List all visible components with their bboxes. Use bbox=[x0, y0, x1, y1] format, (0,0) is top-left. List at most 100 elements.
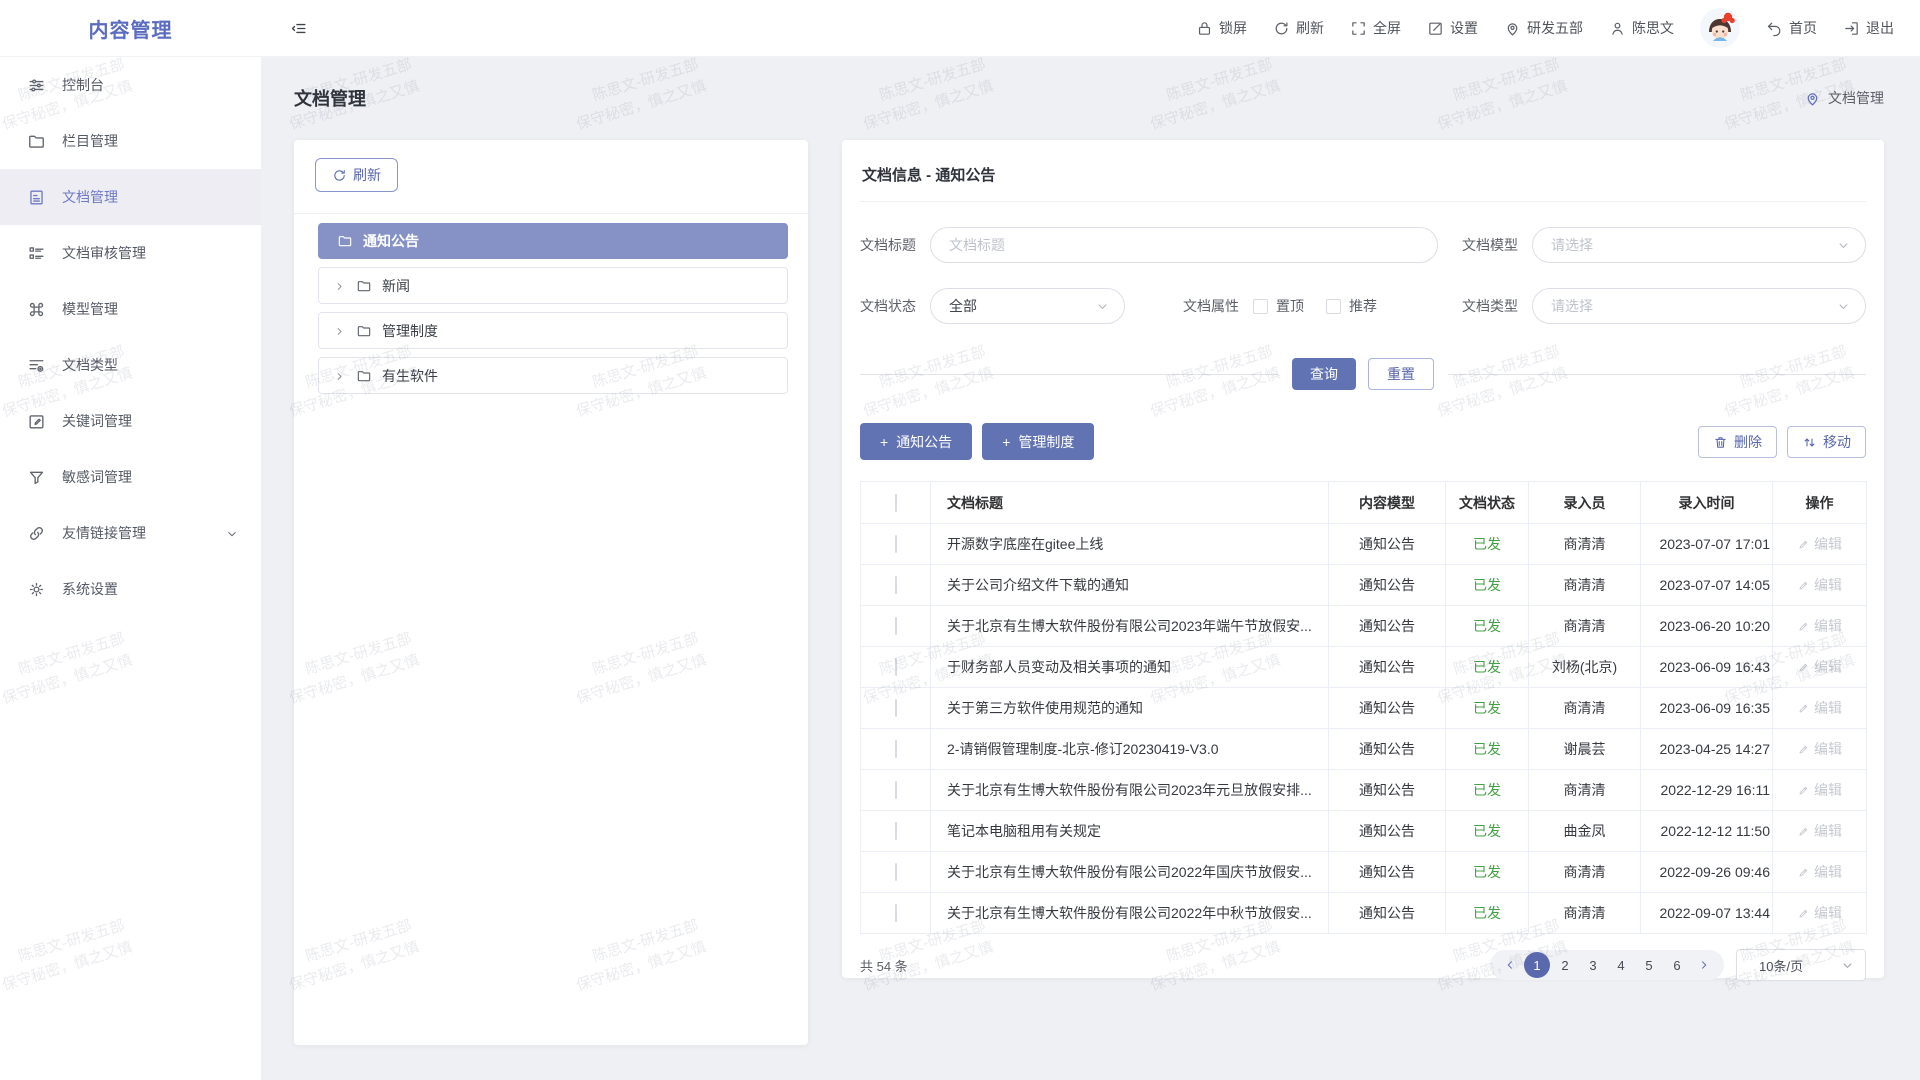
tree-node-新闻[interactable]: 新闻 bbox=[318, 267, 788, 304]
page-button-1[interactable]: 1 bbox=[1524, 952, 1550, 978]
edit-link[interactable]: 编辑 bbox=[1797, 534, 1842, 554]
row-checkbox[interactable] bbox=[895, 904, 897, 922]
header-action-location[interactable]: 研发五部 bbox=[1504, 18, 1583, 38]
attr-top-checkbox[interactable]: 置顶 bbox=[1253, 296, 1304, 316]
edit-link[interactable]: 编辑 bbox=[1797, 616, 1842, 636]
edit-link[interactable]: 编辑 bbox=[1797, 903, 1842, 923]
doc-type-select[interactable]: 请选择 bbox=[1532, 288, 1866, 324]
row-checkbox[interactable] bbox=[895, 617, 897, 635]
edit-link[interactable]: 编辑 bbox=[1797, 780, 1842, 800]
sidebar-item-控制台[interactable]: 控制台 bbox=[0, 57, 261, 113]
user-avatar[interactable] bbox=[1700, 8, 1740, 48]
tree-node-有生软件[interactable]: 有生软件 bbox=[318, 357, 788, 394]
chevron-right-icon-wrap[interactable] bbox=[333, 323, 346, 339]
page-button-5[interactable]: 5 bbox=[1636, 952, 1662, 978]
add-rule-button[interactable]: + 管理制度 bbox=[982, 423, 1094, 460]
row-checkbox[interactable] bbox=[895, 781, 897, 799]
edit-link[interactable]: 编辑 bbox=[1797, 657, 1842, 677]
edit-label: 编辑 bbox=[1814, 862, 1842, 882]
header-action-user[interactable]: 陈思文 bbox=[1609, 18, 1674, 38]
sidebar-collapse-button[interactable] bbox=[289, 19, 308, 38]
edit-link[interactable]: 编辑 bbox=[1797, 698, 1842, 718]
sidebar-item-系统设置[interactable]: 系统设置 bbox=[0, 561, 261, 617]
row-checkbox[interactable] bbox=[895, 863, 897, 881]
row-checkbox[interactable] bbox=[895, 576, 897, 594]
category-tree: 通知公告新闻管理制度有生软件 bbox=[318, 223, 788, 394]
tree-refresh-button[interactable]: 刷新 bbox=[315, 158, 398, 192]
tree-node-管理制度[interactable]: 管理制度 bbox=[318, 312, 788, 349]
doc-status-cell: 已发 bbox=[1446, 606, 1529, 647]
row-checkbox[interactable] bbox=[895, 658, 897, 676]
sidebar-item-label: 栏目管理 bbox=[62, 131, 118, 151]
move-button[interactable]: 移动 bbox=[1787, 426, 1866, 458]
attr-recommend-checkbox[interactable]: 推荐 bbox=[1326, 296, 1377, 316]
page-button-3[interactable]: 3 bbox=[1580, 952, 1606, 978]
doc-operator-cell: 商清清 bbox=[1529, 770, 1641, 811]
tree-node-label: 通知公告 bbox=[363, 231, 419, 251]
table-row: 笔记本电脑租用有关规定通知公告已发曲金凤2022-12-12 11:50编辑 bbox=[861, 811, 1867, 852]
prev-page-button[interactable] bbox=[1498, 952, 1522, 978]
edit-link[interactable]: 编辑 bbox=[1797, 862, 1842, 882]
sidebar-item-友情链接管理[interactable]: 友情链接管理 bbox=[0, 505, 261, 561]
sidebar-item-文档审核管理[interactable]: 文档审核管理 bbox=[0, 225, 261, 281]
doc-model-select[interactable]: 请选择 bbox=[1532, 227, 1866, 263]
next-page-button[interactable] bbox=[1692, 952, 1716, 978]
header-action-logout[interactable]: 退出 bbox=[1843, 18, 1894, 38]
header-action-undo[interactable]: 首页 bbox=[1766, 18, 1817, 38]
plus-icon: + bbox=[880, 434, 888, 450]
add-notice-button[interactable]: + 通知公告 bbox=[860, 423, 972, 460]
sidebar-item-关键词管理[interactable]: 关键词管理 bbox=[0, 393, 261, 449]
sidebar-item-文档管理[interactable]: 文档管理 bbox=[0, 169, 261, 225]
header-action-lock[interactable]: 锁屏 bbox=[1196, 18, 1247, 38]
row-checkbox[interactable] bbox=[895, 535, 897, 553]
doc-status-cell: 已发 bbox=[1446, 524, 1529, 565]
doc-status-cell: 已发 bbox=[1446, 811, 1529, 852]
chevron-right-icon-wrap[interactable] bbox=[333, 278, 346, 294]
edit-link[interactable]: 编辑 bbox=[1797, 739, 1842, 759]
tree-node-selected[interactable]: 通知公告 bbox=[318, 223, 788, 259]
edit-link[interactable]: 编辑 bbox=[1797, 821, 1842, 841]
filter-row-1: 文档标题 文档模型 请选择 bbox=[860, 227, 1866, 263]
page-button-4[interactable]: 4 bbox=[1608, 952, 1634, 978]
table-row: 关于北京有生博大软件股份有限公司2023年端午节放假安...通知公告已发商清清2… bbox=[861, 606, 1867, 647]
page-button-6[interactable]: 6 bbox=[1664, 952, 1690, 978]
menu-collapse-icon bbox=[289, 19, 308, 38]
doc-operator-cell: 刘杨(北京) bbox=[1529, 647, 1641, 688]
header-action-refresh[interactable]: 刷新 bbox=[1273, 18, 1324, 38]
sidebar-item-敏感词管理[interactable]: 敏感词管理 bbox=[0, 449, 261, 505]
doc-model-cell: 通知公告 bbox=[1329, 811, 1446, 852]
select-all-checkbox[interactable] bbox=[895, 494, 897, 512]
header-action-edit-square[interactable]: 设置 bbox=[1427, 18, 1478, 38]
delete-button[interactable]: 删除 bbox=[1698, 426, 1777, 458]
row-checkbox[interactable] bbox=[895, 740, 897, 758]
search-button[interactable]: 查询 bbox=[1292, 358, 1356, 390]
sidebar-item-模型管理[interactable]: 模型管理 bbox=[0, 281, 261, 337]
sidebar-item-label: 友情链接管理 bbox=[62, 523, 146, 543]
total-count-label: 共 54 条 bbox=[860, 956, 908, 975]
header-action-label: 设置 bbox=[1450, 18, 1478, 38]
doc-model-cell: 通知公告 bbox=[1329, 606, 1446, 647]
chevron-down-icon bbox=[225, 527, 239, 541]
reset-button[interactable]: 重置 bbox=[1368, 358, 1434, 390]
doc-title-filter-input[interactable] bbox=[930, 227, 1438, 263]
doc-time-cell: 2023-06-09 16:35 bbox=[1641, 688, 1773, 729]
row-checkbox[interactable] bbox=[895, 699, 897, 717]
page-size-select[interactable]: 10条/页 bbox=[1736, 949, 1866, 981]
sidebar-item-文档类型[interactable]: 文档类型 bbox=[0, 337, 261, 393]
chevron-icon-wrap bbox=[225, 525, 239, 541]
breadcrumb: 文档管理 bbox=[1804, 88, 1884, 108]
edit-link[interactable]: 编辑 bbox=[1797, 575, 1842, 595]
doc-status-select[interactable]: 全部 bbox=[930, 288, 1125, 324]
chevron-right-icon-wrap[interactable] bbox=[333, 368, 346, 384]
row-checkbox[interactable] bbox=[895, 822, 897, 840]
doc-title-cell: 于财务部人员变动及相关事项的通知 bbox=[931, 647, 1329, 688]
page-button-2[interactable]: 2 bbox=[1552, 952, 1578, 978]
header-action-fullscreen[interactable]: 全屏 bbox=[1350, 18, 1401, 38]
sidebar-item-label: 文档类型 bbox=[62, 355, 118, 375]
edit-icon bbox=[1797, 702, 1810, 715]
sidebar-item-label: 系统设置 bbox=[62, 579, 118, 599]
edit-label: 编辑 bbox=[1814, 575, 1842, 595]
chevron-down-icon bbox=[1095, 298, 1110, 315]
doc-action-cell: 编辑 bbox=[1773, 565, 1867, 606]
sidebar-item-栏目管理[interactable]: 栏目管理 bbox=[0, 113, 261, 169]
